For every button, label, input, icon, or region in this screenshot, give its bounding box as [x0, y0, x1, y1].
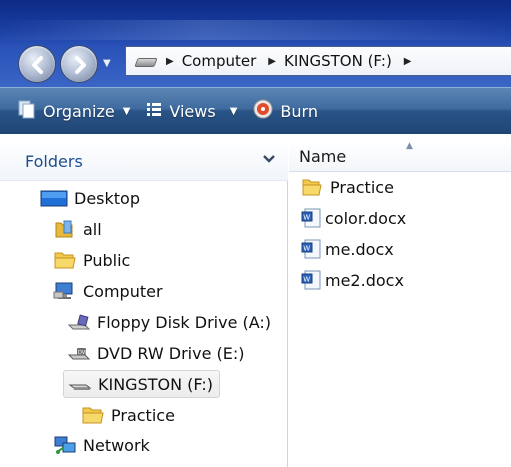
tree-item-label: Floppy Disk Drive (A:) [97, 312, 272, 332]
svg-text:DVD: DVD [78, 350, 89, 356]
tree-item-label: DVD RW Drive (E:) [97, 343, 245, 363]
folders-header[interactable]: Folders [0, 140, 288, 181]
forward-arrow-icon [75, 56, 86, 74]
views-button[interactable]: Views ▼ [146, 101, 237, 121]
tree-item-all[interactable]: all [53, 216, 102, 242]
file-item-label: color.docx [325, 208, 407, 228]
file-item-label: me.docx [325, 239, 394, 259]
svg-text:W: W [303, 276, 310, 284]
tree-item-public[interactable]: Public [53, 247, 130, 273]
usb-drive-icon [68, 373, 92, 395]
burn-label: Burn [280, 101, 318, 121]
tree-item-computer[interactable]: Computer [53, 278, 163, 304]
word-document-icon: W [301, 238, 323, 260]
organize-label: Organize [43, 101, 115, 121]
file-item-me-docx[interactable]: W me.docx [301, 236, 394, 262]
desktop-icon [40, 187, 68, 209]
tree-item-label: Network [83, 435, 150, 455]
back-button[interactable] [18, 45, 56, 83]
tree-item-practice[interactable]: Practice [81, 402, 175, 428]
svg-text:W: W [303, 245, 310, 253]
tree-item-label: Desktop [74, 188, 140, 208]
burn-disc-icon [253, 99, 273, 123]
tree-item-kingston-drive[interactable]: KINGSTON (F:) [63, 370, 220, 398]
svg-text:W: W [303, 214, 310, 222]
column-header-name[interactable]: ▲ Name [289, 140, 511, 172]
drive-icon [134, 55, 156, 67]
computer-icon [53, 280, 77, 302]
tree-item-label: Practice [111, 405, 175, 425]
word-document-icon: W [301, 269, 323, 291]
sort-ascending-icon: ▲ [406, 141, 413, 151]
breadcrumb-separator-icon[interactable]: ▶ [268, 56, 276, 67]
folder-icon [301, 176, 323, 198]
tree-item-floppy-drive[interactable]: Floppy Disk Drive (A:) [67, 309, 271, 335]
chevron-down-icon: ▼ [122, 105, 131, 117]
tree-item-desktop[interactable]: Desktop [40, 185, 140, 211]
tree-item-label: KINGSTON (F:) [98, 374, 213, 394]
organize-icon [18, 99, 36, 123]
tree-item-dvd-drive[interactable]: DVD DVD RW Drive (E:) [67, 340, 245, 366]
chevron-down-icon[interactable] [262, 154, 276, 164]
network-icon [53, 434, 77, 456]
forward-button[interactable] [60, 45, 98, 83]
views-label: Views [169, 101, 216, 121]
column-name-label: Name [299, 147, 347, 166]
file-list-pane: ▲ Name Practice W color.docx W me.docx W… [289, 140, 511, 467]
folders-pane: Folders Desktop all Public Computer Flop… [0, 140, 288, 467]
organize-button[interactable]: Organize ▼ [18, 99, 130, 123]
folder-icon [81, 404, 105, 426]
chevron-down-icon: ▼ [229, 105, 238, 117]
word-document-icon: W [301, 207, 323, 229]
file-item-practice[interactable]: Practice [301, 174, 394, 200]
user-folder-icon [53, 218, 77, 240]
command-toolbar: Organize ▼ Views ▼ Burn [0, 87, 511, 134]
tree-item-label: Public [83, 250, 131, 270]
floppy-drive-icon [67, 311, 91, 333]
folder-icon [53, 249, 77, 271]
dvd-drive-icon: DVD [67, 342, 91, 364]
tree-item-network[interactable]: Network [53, 432, 150, 458]
views-icon [146, 101, 162, 121]
recent-pages-dropdown[interactable]: ▼ [103, 58, 115, 70]
breadcrumb-kingston[interactable]: KINGSTON (F:) [284, 52, 392, 70]
address-bar[interactable]: ▶ Computer ▶ KINGSTON (F:) ▶ [125, 46, 511, 76]
breadcrumb-separator-icon[interactable]: ▶ [404, 56, 412, 67]
burn-button[interactable]: Burn [253, 99, 318, 123]
back-arrow-icon [32, 56, 43, 74]
tree-item-label: Computer [83, 281, 163, 301]
file-item-color-docx[interactable]: W color.docx [301, 205, 406, 231]
breadcrumb-separator-icon[interactable]: ▶ [166, 56, 174, 67]
breadcrumb-computer[interactable]: Computer [182, 52, 257, 70]
file-item-me2-docx[interactable]: W me2.docx [301, 267, 404, 293]
tree-item-label: all [83, 219, 102, 239]
file-item-label: me2.docx [325, 270, 404, 290]
file-item-label: Practice [330, 177, 394, 197]
folders-title: Folders [25, 152, 83, 171]
